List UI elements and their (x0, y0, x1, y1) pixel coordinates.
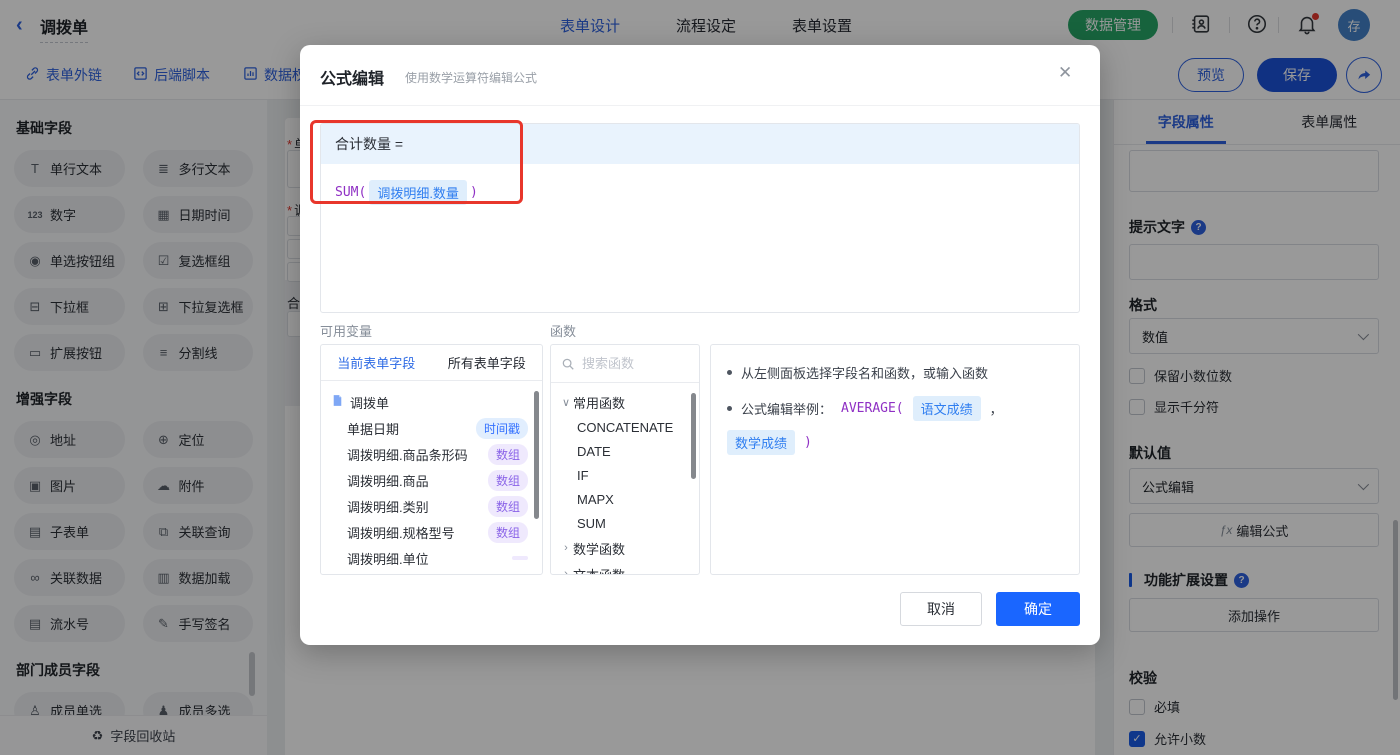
tip-line: 从左侧面板选择字段名和函数，或输入函数 (727, 363, 1063, 382)
confirm-button[interactable]: 确定 (996, 592, 1080, 626)
function-item-mapx[interactable]: MAPX (551, 487, 699, 511)
search-icon (561, 357, 575, 371)
type-badge: 数组 (487, 469, 528, 491)
tab-current-form-fields[interactable]: 当前表单字段 (337, 353, 415, 372)
function-item-date[interactable]: DATE (551, 439, 699, 463)
function-item-if[interactable]: IF (551, 463, 699, 487)
cancel-button[interactable]: 取消 (900, 592, 982, 626)
variables-scrollbar[interactable] (534, 391, 539, 519)
app-root: ‹ 调拨单 表单设计 流程设定 表单设置 数据管理 存 表单外链 后端脚本 数据… (0, 0, 1400, 755)
document-icon (331, 394, 344, 410)
function-search-input[interactable] (582, 356, 682, 371)
chevron-collapsed-icon: › (564, 568, 568, 575)
chevron-expanded-icon: ∨ (561, 396, 571, 409)
functions-scrollbar[interactable] (691, 393, 696, 479)
variable-item[interactable]: 调拨明细.商品条形码 数组 (321, 441, 542, 467)
tips-panel: 从左侧面板选择字段名和函数，或输入函数 公式编辑举例： AVERAGE( 语文成… (710, 344, 1080, 575)
formula-target-row: 合计数量 = (321, 124, 1079, 164)
chevron-collapsed-icon: › (564, 542, 568, 554)
function-group-math[interactable]: › 数学函数 (551, 535, 699, 561)
type-badge: 数组 (487, 521, 528, 543)
tip-example-line: 公式编辑举例： AVERAGE( 语文成绩 ， 数学成绩 ) (727, 396, 1063, 455)
function-item-concatenate[interactable]: CONCATENATE (551, 415, 699, 439)
modal-title: 公式编辑 (320, 71, 385, 88)
variable-item[interactable]: 调拨明细.单位 (321, 545, 542, 571)
variables-tabs: 当前表单字段 所有表单字段 (321, 345, 542, 381)
function-item-sum[interactable]: SUM (551, 511, 699, 535)
close-icon[interactable]: ✕ (1058, 63, 1072, 83)
function-group-text[interactable]: › 文本函数 (551, 561, 699, 575)
variables-panel: 当前表单字段 所有表单字段 调拨单 单据日期 时间戳 调拨明细.商品条形码 数组… (320, 344, 543, 575)
divider (300, 105, 1100, 106)
function-search[interactable] (551, 345, 699, 383)
field-chip[interactable]: 调拨明细.数量 (369, 180, 467, 205)
type-badge (512, 556, 528, 560)
functions-label: 函数 (550, 324, 577, 339)
formula-expression[interactable]: SUM( 调拨明细.数量 ) (321, 164, 1079, 221)
bullet-icon (727, 406, 732, 411)
variable-item[interactable]: 调拨明细.类别 数组 (321, 493, 542, 519)
variable-item[interactable]: 调拨明细.商品 数组 (321, 467, 542, 493)
type-badge: 数组 (487, 443, 528, 465)
tab-all-form-fields[interactable]: 所有表单字段 (448, 353, 526, 372)
modal-subtitle: 使用数学运算符编辑公式 (405, 71, 538, 85)
type-badge: 时间戳 (475, 417, 528, 439)
variable-item[interactable]: 单据日期 时间戳 (321, 415, 542, 441)
variable-item[interactable]: 调拨明细.规格型号 数组 (321, 519, 542, 545)
example-chip: 数学成绩 (727, 430, 796, 455)
example-function-name: AVERAGE( (841, 401, 904, 416)
function-group-common[interactable]: ∨ 常用函数 (551, 389, 699, 415)
function-name: SUM( (335, 185, 367, 200)
example-chip: 语文成绩 (912, 396, 981, 421)
variables-label: 可用变量 (320, 324, 373, 339)
variable-item-partial[interactable] (321, 571, 542, 574)
bullet-icon (727, 370, 732, 375)
formula-editor[interactable]: 合计数量 = SUM( 调拨明细.数量 ) (320, 123, 1080, 313)
type-badge: 数组 (487, 495, 528, 517)
formula-edit-modal: 公式编辑 使用数学运算符编辑公式 ✕ 合计数量 = SUM( 调拨明细.数量 )… (300, 45, 1100, 645)
variables-root-node[interactable]: 调拨单 (321, 389, 542, 415)
functions-panel: ∨ 常用函数 CONCATENATE DATE IF MAPX SUM › 数学… (550, 344, 700, 575)
